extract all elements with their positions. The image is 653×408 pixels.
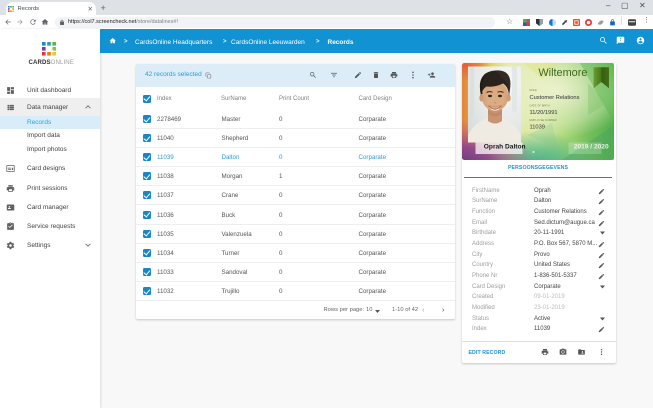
svg-text:Wiltemore: Wiltemore [538, 67, 587, 79]
svg-text:Customer Relations: Customer Relations [530, 95, 580, 101]
svg-text:Oprah Dalton: Oprah Dalton [484, 144, 526, 151]
svg-text:EMPLOYEE NUMBER: EMPLOYEE NUMBER [530, 118, 557, 122]
svg-text:2019 / 2020: 2019 / 2020 [574, 144, 609, 151]
svg-text:ROLE: ROLE [530, 88, 538, 92]
svg-text:11/20/1991: 11/20/1991 [530, 110, 558, 116]
svg-text:11039: 11039 [530, 124, 545, 130]
svg-text:DATE OF BIRTH: DATE OF BIRTH [530, 103, 550, 107]
